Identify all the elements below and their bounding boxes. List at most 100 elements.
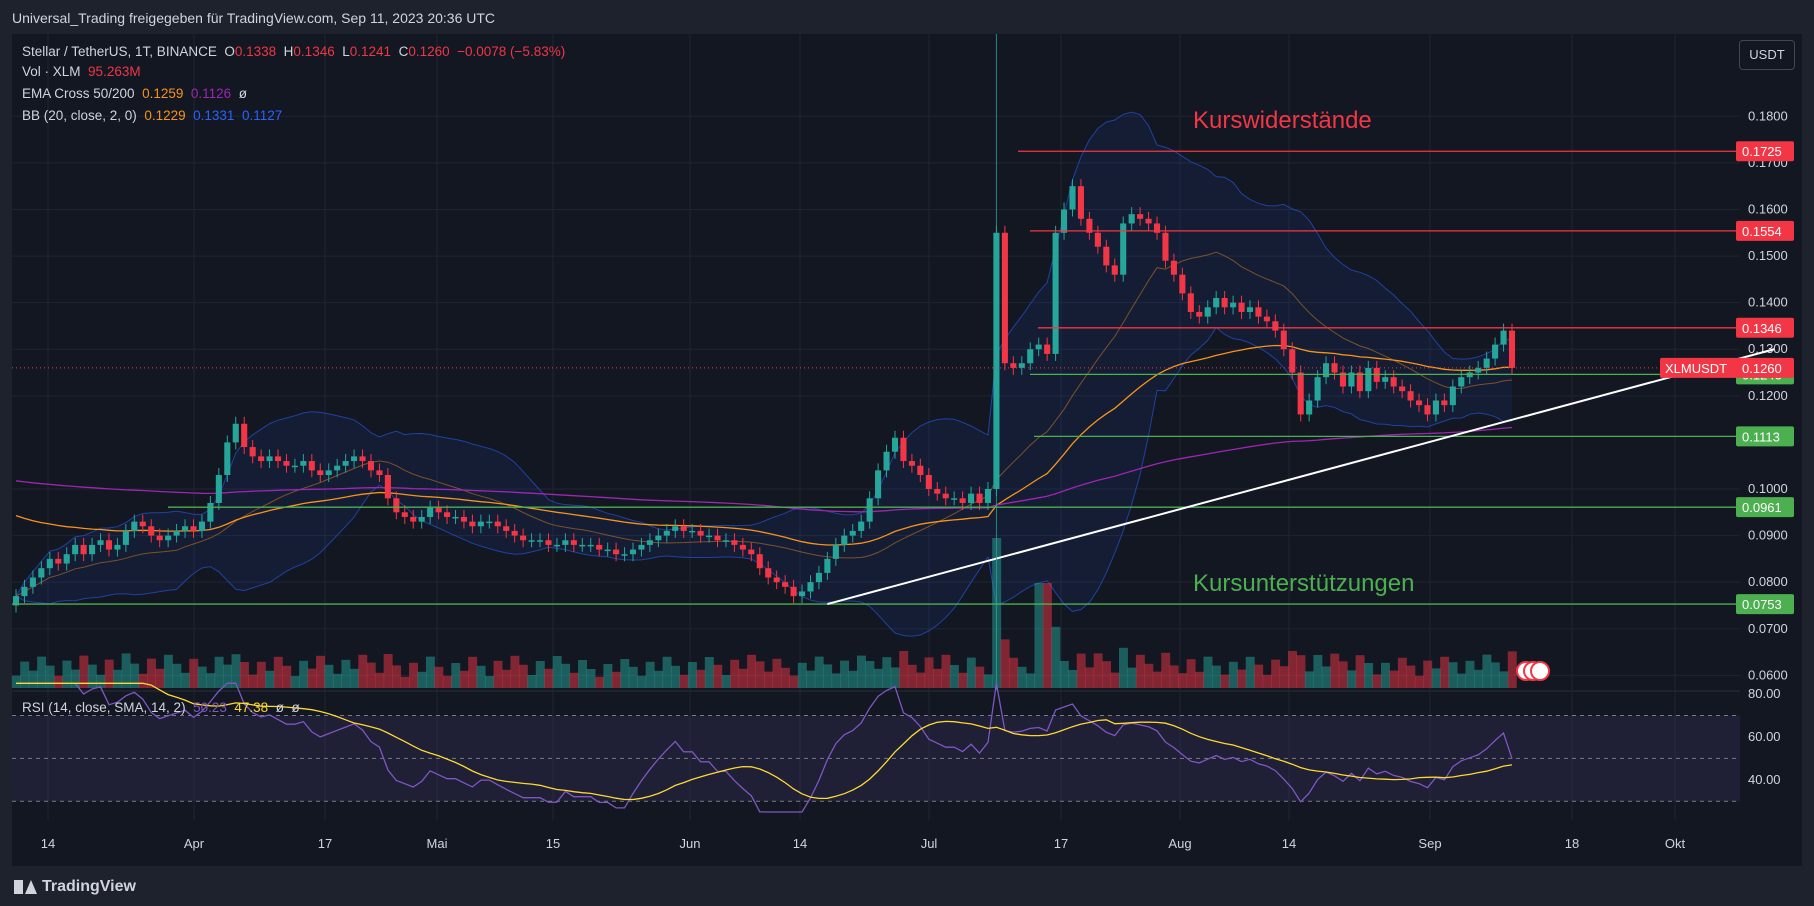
candle-body	[444, 512, 451, 517]
candle-body	[308, 461, 315, 471]
candle-body	[1213, 297, 1220, 308]
volume-bar	[628, 666, 638, 688]
candle-body	[731, 540, 738, 545]
legend-row-bb: BB (20, close, 2, 0) 0.1229 0.1331 0.112…	[22, 108, 282, 123]
volume-bar	[172, 663, 182, 688]
x-tick-label: 14	[1282, 836, 1296, 851]
candle-body	[1128, 214, 1135, 224]
volume-bar	[1195, 671, 1205, 688]
price-chart[interactable]: 0.18000.17000.16000.15000.14000.13000.12…	[0, 0, 1814, 868]
volume-bar	[1321, 666, 1331, 688]
volume-bar	[755, 661, 765, 688]
candle-body	[1246, 307, 1254, 312]
volume-bar	[679, 674, 689, 688]
candle-body	[1458, 377, 1465, 387]
candle-body	[469, 521, 476, 527]
volume-bar	[907, 664, 917, 688]
volume-bar	[214, 656, 224, 688]
volume-bar	[1211, 665, 1221, 688]
volume-bar	[54, 675, 63, 688]
volume-bar	[620, 659, 630, 688]
candle-body	[883, 451, 890, 471]
legend-ema-label: EMA Cross 50/200	[22, 86, 135, 101]
volume-bar	[873, 668, 883, 688]
candle-body	[562, 540, 569, 545]
support-level-tag-label: 0.0961	[1742, 500, 1782, 515]
volume-bar	[518, 664, 528, 688]
volume-bar	[806, 670, 816, 688]
volume-bar	[206, 673, 216, 688]
candle-body	[1407, 391, 1414, 401]
candle-body	[613, 549, 620, 555]
candle-body	[477, 521, 484, 527]
candle-body	[1508, 330, 1516, 368]
candle-body	[393, 498, 400, 513]
volume-bar	[713, 664, 723, 688]
tradingview-logo[interactable]: TradingView	[14, 878, 136, 896]
volume-bar	[1152, 671, 1162, 688]
volume-bar	[578, 660, 588, 688]
rsi-tick-label: 40.00	[1748, 772, 1781, 787]
candle-body	[241, 423, 248, 448]
currency-button[interactable]: USDT	[1739, 40, 1795, 70]
x-tick-label: Jun	[680, 836, 701, 851]
candle-body	[587, 544, 594, 547]
volume-bar	[899, 651, 909, 688]
volume-bar	[1118, 647, 1128, 688]
candle-body	[536, 540, 544, 542]
volume-bar	[552, 656, 562, 688]
candle-body	[765, 568, 772, 578]
volume-bar	[400, 676, 410, 688]
volume-bar	[96, 674, 106, 688]
candle-body	[1221, 297, 1228, 308]
candle-body	[1137, 214, 1144, 219]
candle-body	[1483, 358, 1490, 368]
candle-body	[545, 540, 552, 545]
volume-bar	[451, 663, 461, 688]
volume-bar	[358, 654, 368, 688]
volume-bar	[163, 654, 173, 688]
last-price-value: 0.1260	[1742, 361, 1782, 376]
candle-body	[232, 423, 239, 443]
volume-bar	[341, 659, 351, 688]
volume-bar	[307, 668, 317, 688]
y-tick-label: 0.0700	[1748, 621, 1788, 636]
candle-body	[976, 493, 983, 503]
candle-body	[38, 568, 45, 578]
volume-bar	[442, 675, 452, 688]
candle-body	[89, 544, 96, 555]
volume-bar	[975, 666, 985, 688]
legend-bb-mid: 0.1229	[144, 108, 186, 123]
candle-body	[1179, 274, 1186, 294]
candle-body	[165, 535, 172, 541]
resistance-level-tag-label: 0.1554	[1742, 224, 1782, 239]
legend-row-volume: Vol · XLM 95.263M	[22, 64, 141, 79]
candle-body	[824, 558, 831, 573]
candle-body	[646, 540, 653, 545]
candle-body	[29, 577, 36, 587]
legend-bb-up: 0.1331	[193, 108, 235, 123]
candle-body	[891, 437, 899, 452]
volume-bar	[493, 660, 503, 688]
candle-body	[435, 507, 442, 513]
y-tick-label: 0.1600	[1748, 201, 1788, 216]
candle-body	[942, 493, 949, 499]
y-tick-label: 0.1800	[1748, 108, 1788, 123]
candle-body	[621, 554, 628, 556]
x-tick-label: 17	[318, 836, 332, 851]
candle-body	[1432, 400, 1439, 415]
volume-bar	[1000, 639, 1010, 688]
candle-body	[807, 582, 814, 592]
volume-bar	[848, 670, 858, 688]
candle-body	[849, 530, 856, 536]
volume-bar	[501, 669, 511, 688]
volume-bar	[941, 654, 951, 688]
volume-bar	[1169, 665, 1179, 688]
volume-bar	[1406, 665, 1416, 688]
volume-bar	[1262, 674, 1272, 688]
volume-bar	[1482, 654, 1492, 688]
volume-bar	[476, 665, 486, 688]
volume-bar	[1372, 674, 1382, 688]
resistance-level-tag-label: 0.1346	[1742, 321, 1782, 336]
legend-rsi-ma: 47.38	[234, 700, 269, 715]
